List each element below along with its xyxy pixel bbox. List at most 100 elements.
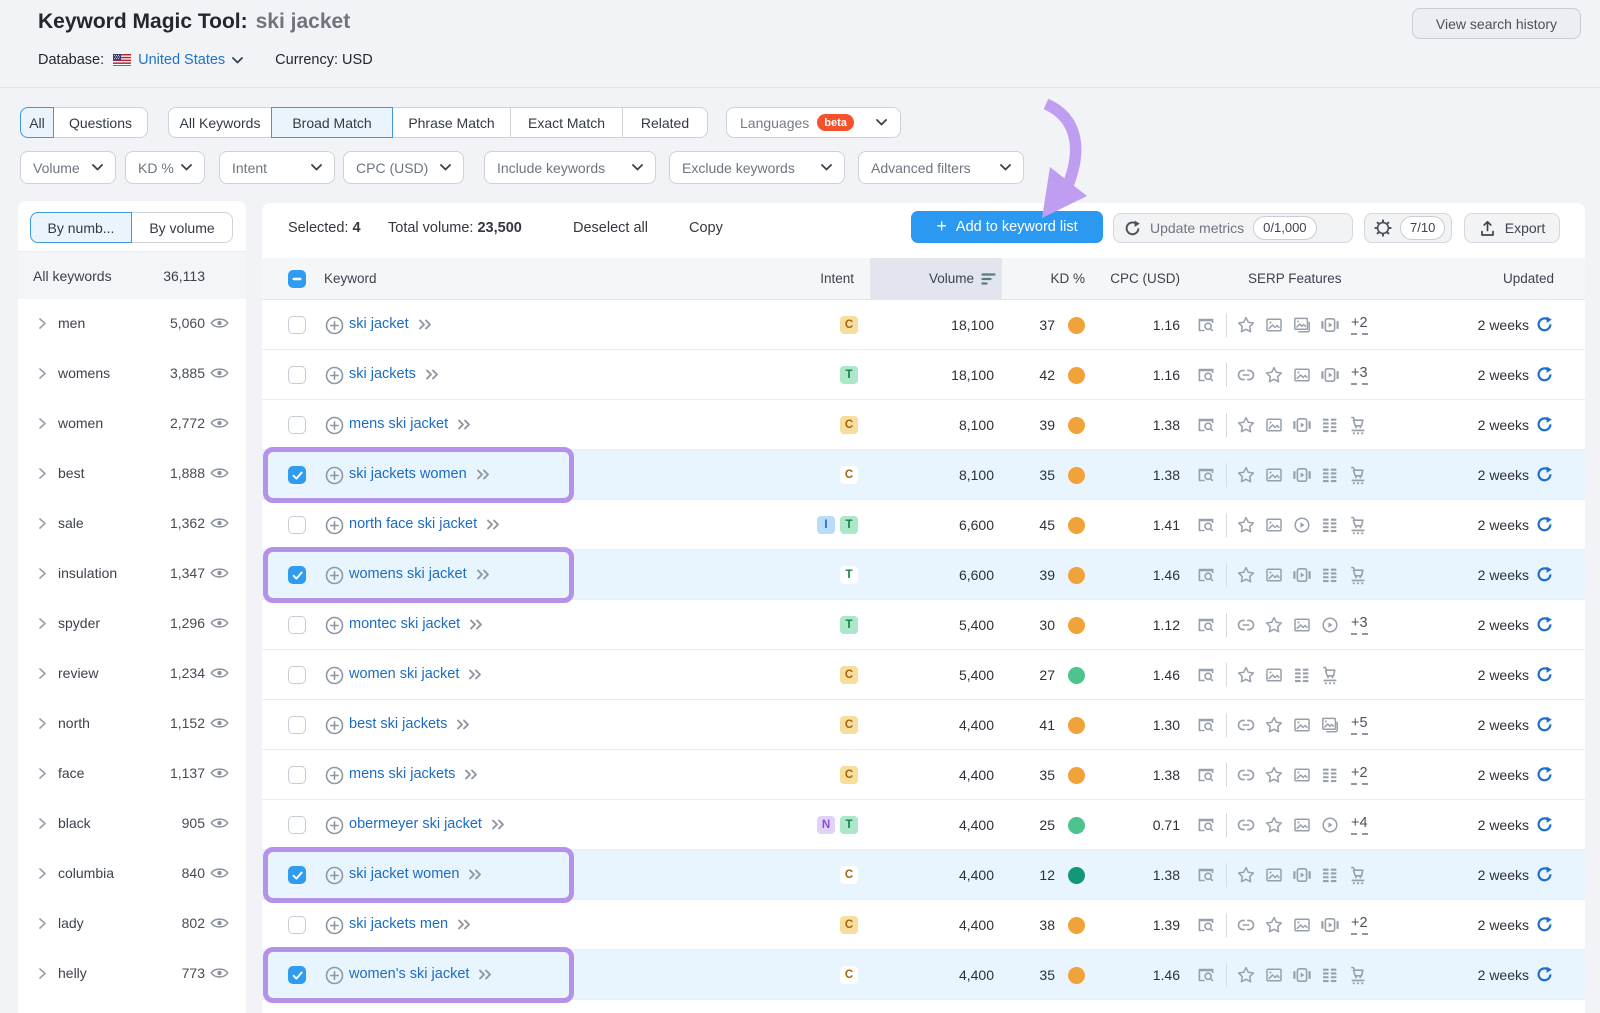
eye-icon[interactable] [210,766,229,780]
add-keyword-icon[interactable] [325,466,344,485]
add-keyword-icon[interactable] [325,766,344,785]
add-keyword-icon[interactable] [325,966,344,985]
keyword-link[interactable]: womens ski jacket [349,566,492,582]
keyword-link[interactable]: montec ski jacket [349,616,485,632]
keyword-link[interactable]: ski jackets men [349,916,473,932]
keyword-group-insulation[interactable]: insulation 1,347 [18,549,246,599]
keyword-group-face[interactable]: face 1,137 [18,749,246,799]
row-checkbox[interactable] [288,566,306,584]
column-header-updated[interactable]: Updated [1503,271,1554,286]
languages-dropdown[interactable]: Languages beta [726,107,901,138]
add-keyword-icon[interactable] [325,516,344,535]
more-serp-features[interactable]: +5 [1351,715,1368,735]
tab-related[interactable]: Related [622,107,708,138]
row-checkbox[interactable] [288,416,306,434]
keyword-link[interactable]: obermeyer ski jacket [349,816,507,832]
expand-keyword-icon[interactable] [456,417,473,432]
serp-preview-icon[interactable] [1196,715,1216,735]
serp-preview-icon[interactable] [1196,815,1216,835]
row-checkbox[interactable] [288,816,306,834]
refresh-icon[interactable] [1536,866,1553,883]
row-checkbox[interactable] [288,866,306,884]
keyword-link[interactable]: ski jackets women [349,466,492,482]
expand-keyword-icon[interactable] [455,717,472,732]
filter-volume[interactable]: Volume [20,151,116,184]
settings-button[interactable]: 7/10 [1364,213,1452,243]
refresh-icon[interactable] [1536,466,1553,483]
keyword-group-women[interactable]: women 2,772 [18,399,246,449]
expand-keyword-icon[interactable] [467,867,484,882]
serp-preview-icon[interactable] [1196,365,1216,385]
expand-keyword-icon[interactable] [417,317,434,332]
tab-phrase-match[interactable]: Phrase Match [392,107,511,138]
add-keyword-icon[interactable] [325,916,344,935]
refresh-icon[interactable] [1536,366,1553,383]
eye-icon[interactable] [210,916,229,930]
serp-preview-icon[interactable] [1196,565,1216,585]
tab-all[interactable]: All [20,107,54,138]
export-button[interactable]: Export [1464,213,1560,243]
eye-icon[interactable] [210,616,229,630]
keyword-link[interactable]: ski jacket [349,316,434,332]
expand-keyword-icon[interactable] [468,617,485,632]
row-checkbox[interactable] [288,966,306,984]
keyword-group-men[interactable]: men 5,060 [18,299,246,349]
column-header-cpc[interactable]: CPC (USD) [1110,271,1180,286]
refresh-icon[interactable] [1536,666,1553,683]
expand-keyword-icon[interactable] [477,967,494,982]
add-keyword-icon[interactable] [325,816,344,835]
eye-icon[interactable] [210,566,229,580]
column-header-kd[interactable]: KD % [1050,271,1085,286]
keyword-link[interactable]: mens ski jackets [349,766,480,782]
eye-icon[interactable] [210,316,229,330]
eye-icon[interactable] [210,716,229,730]
more-serp-features[interactable]: +2 [1351,765,1368,785]
update-metrics-button[interactable]: Update metrics 0/1,000 [1113,213,1353,243]
add-keyword-icon[interactable] [325,716,344,735]
select-all-checkbox[interactable] [288,270,306,288]
database-select[interactable]: United States [138,52,243,68]
serp-preview-icon[interactable] [1196,615,1216,635]
view-search-history-button[interactable]: View search history [1412,8,1581,39]
column-header-keyword[interactable]: Keyword [324,271,377,286]
keyword-group-columbia[interactable]: columbia 840 [18,849,246,899]
refresh-icon[interactable] [1536,616,1553,633]
refresh-icon[interactable] [1536,316,1553,333]
keyword-group-north[interactable]: north 1,152 [18,699,246,749]
copy-link[interactable]: Copy [689,220,723,236]
eye-icon[interactable] [210,366,229,380]
filter-kd-[interactable]: KD % [125,151,205,184]
add-keyword-icon[interactable] [325,566,344,585]
tab-exact-match[interactable]: Exact Match [510,107,623,138]
row-checkbox[interactable] [288,916,306,934]
keyword-link[interactable]: best ski jackets [349,716,472,732]
row-checkbox[interactable] [288,366,306,384]
row-checkbox[interactable] [288,666,306,684]
keyword-link[interactable]: women ski jacket [349,666,484,682]
more-serp-features[interactable]: +2 [1351,315,1368,335]
serp-preview-icon[interactable] [1196,315,1216,335]
add-to-keyword-list-button[interactable]: + Add to keyword list [911,211,1103,243]
more-serp-features[interactable]: +4 [1351,815,1368,835]
expand-keyword-icon[interactable] [456,917,473,932]
all-keywords-row[interactable]: All keywords 36,113 [18,251,246,299]
eye-icon[interactable] [210,516,229,530]
more-serp-features[interactable]: +3 [1351,365,1368,385]
filter-intent[interactable]: Intent [219,151,335,184]
row-checkbox[interactable] [288,766,306,784]
refresh-icon[interactable] [1536,516,1553,533]
serp-preview-icon[interactable] [1196,865,1216,885]
more-serp-features[interactable]: +2 [1351,915,1368,935]
keyword-link[interactable]: women's ski jacket [349,966,494,982]
filter-advanced-filters[interactable]: Advanced filters [858,151,1024,184]
sidebar-tab-by-volume[interactable]: By volume [131,212,233,243]
refresh-icon[interactable] [1536,816,1553,833]
expand-keyword-icon[interactable] [475,567,492,582]
row-checkbox[interactable] [288,516,306,534]
expand-keyword-icon[interactable] [463,767,480,782]
expand-keyword-icon[interactable] [475,467,492,482]
eye-icon[interactable] [210,416,229,430]
eye-icon[interactable] [210,466,229,480]
eye-icon[interactable] [210,966,229,980]
eye-icon[interactable] [210,816,229,830]
